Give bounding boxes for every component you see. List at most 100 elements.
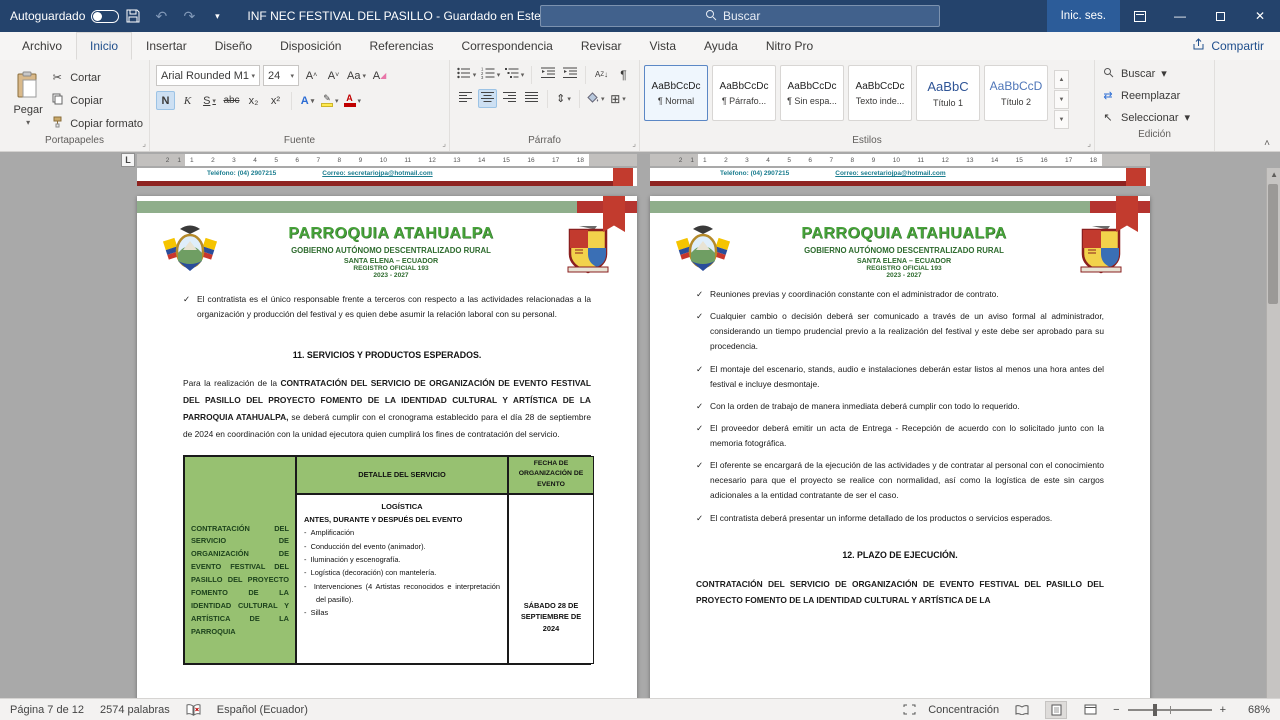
align-center-button[interactable] [478, 89, 497, 108]
shading-button[interactable]: ▾ [586, 89, 606, 108]
copy-button[interactable]: Copiar [50, 91, 143, 110]
proofing-errors-icon[interactable] [186, 704, 201, 716]
focus-label[interactable]: Concentración [928, 704, 999, 716]
document-canvas[interactable]: Teléfono: (04) 2907215 Correo: secretari… [0, 168, 1280, 698]
style-titulo-1[interactable]: AaBbC Título 1 [916, 65, 980, 121]
style-titulo-2[interactable]: AaBbCcD Título 2 [984, 65, 1048, 121]
scrollbar-thumb[interactable] [1268, 184, 1278, 304]
zoom-slider-thumb[interactable] [1153, 704, 1157, 716]
collapse-ribbon-icon[interactable]: ˄ [1264, 138, 1270, 149]
select-button[interactable]: ↖ Seleccionar ▾ [1101, 108, 1208, 127]
parish-crest-logo [565, 223, 611, 280]
dialog-launcher-icon[interactable]: ⌟ [442, 140, 446, 148]
justify-button[interactable] [522, 89, 541, 108]
zoom-percentage[interactable]: 68% [1238, 704, 1270, 716]
grow-font-button[interactable]: A˄ [302, 66, 321, 85]
save-icon[interactable] [119, 0, 147, 32]
style-sin-espaciado[interactable]: AaBbCcDc ¶ Sin espa... [780, 65, 844, 121]
underline-button[interactable]: S▾ [200, 91, 219, 110]
search-input[interactable] [723, 9, 775, 23]
tab-revisar[interactable]: Revisar [567, 32, 636, 60]
undo-icon[interactable]: ↶ [147, 0, 175, 32]
multilevel-list-button[interactable]: ▾ [504, 65, 525, 84]
shrink-font-button[interactable]: A˅ [324, 66, 343, 85]
highlight-color-button[interactable]: ✎ ▾ [320, 91, 340, 110]
font-size-combo[interactable]: 24 ▾ [263, 65, 299, 86]
tab-insertar[interactable]: Insertar [132, 32, 201, 60]
paste-button[interactable]: Pegar ▾ [6, 65, 50, 133]
dialog-launcher-icon[interactable]: ⌟ [142, 140, 146, 148]
tab-correspondencia[interactable]: Correspondencia [447, 32, 566, 60]
tab-vista[interactable]: Vista [636, 32, 690, 60]
decrease-indent-button[interactable] [538, 65, 557, 84]
print-layout-button[interactable] [1045, 701, 1067, 719]
close-button[interactable]: ✕ [1240, 0, 1280, 32]
page-indicator[interactable]: Página 7 de 12 [10, 704, 84, 716]
find-button[interactable]: Buscar ▾ [1101, 64, 1208, 83]
clear-formatting-button[interactable]: A◢ [370, 66, 389, 85]
styles-scroll-down-icon[interactable]: ▼ [1054, 90, 1069, 109]
text-effects-button[interactable]: A▾ [298, 91, 317, 110]
numbering-button[interactable]: 123 ▾ [480, 65, 501, 84]
tab-inicio[interactable]: Inicio [76, 32, 132, 60]
document-title[interactable]: INF NEC FESTIVAL DEL PASILLO - Guardado … [247, 9, 572, 23]
subscript-button[interactable]: x₂ [244, 91, 263, 110]
align-right-button[interactable] [500, 89, 519, 108]
strikethrough-button[interactable]: abc [222, 91, 241, 110]
style-normal[interactable]: AaBbCcDc ¶ Normal [644, 65, 708, 121]
ribbon-display-options-icon[interactable] [1120, 0, 1160, 32]
minimize-button[interactable]: — [1160, 0, 1200, 32]
styles-more-icon[interactable]: ▼ [1054, 110, 1069, 129]
tab-disposicion[interactable]: Disposición [266, 32, 355, 60]
line-spacing-button[interactable]: ⇕▾ [554, 89, 573, 108]
borders-button[interactable]: ⊞▾ [609, 89, 628, 108]
search-box[interactable] [540, 5, 940, 27]
superscript-button[interactable]: x² [266, 91, 285, 110]
autosave-toggle[interactable]: Autoguardado [10, 9, 119, 23]
replace-button[interactable]: ⇄ Reemplazar [1101, 86, 1208, 105]
tab-diseno[interactable]: Diseño [201, 32, 266, 60]
tab-archivo[interactable]: Archivo [8, 32, 76, 60]
font-color-button[interactable]: A ▾ [343, 91, 363, 110]
sort-button[interactable]: AZ↓ [592, 65, 611, 84]
focus-icon[interactable] [903, 704, 916, 715]
align-left-button[interactable] [456, 89, 475, 108]
font-name-combo[interactable]: Arial Rounded M1 ▾ [156, 65, 260, 86]
page-8[interactable]: PARROQUIA ATAHUALPA GOBIERNO AUTÓNOMO DE… [650, 196, 1150, 698]
autosave-switch-icon[interactable] [91, 10, 119, 23]
share-button[interactable]: Compartir [1192, 32, 1264, 60]
show-hide-marks-button[interactable]: ¶ [614, 65, 633, 84]
tab-stop-selector[interactable]: L [121, 153, 135, 167]
style-texto-independiente[interactable]: AaBbCcDc Texto inde... [848, 65, 912, 121]
styles-scroll-up-icon[interactable]: ▲ [1054, 70, 1069, 89]
redo-icon[interactable]: ↷ [175, 0, 203, 32]
read-mode-button[interactable] [1011, 701, 1033, 719]
bold-button[interactable]: N [156, 91, 175, 110]
tab-ayuda[interactable]: Ayuda [690, 32, 752, 60]
bullets-button[interactable]: ▾ [456, 65, 477, 84]
style-parrafo[interactable]: AaBbCcDc ¶ Párrafo... [712, 65, 776, 121]
scroll-up-icon[interactable]: ▲ [1270, 170, 1278, 179]
dialog-launcher-icon[interactable]: ⌟ [632, 140, 636, 148]
vertical-scrollbar[interactable]: ▲ [1266, 168, 1280, 698]
italic-button[interactable]: K [178, 91, 197, 110]
web-layout-button[interactable] [1079, 701, 1101, 719]
page-7[interactable]: PARROQUIA ATAHUALPA GOBIERNO AUTÓNOMO DE… [137, 196, 637, 698]
ruler-right-page[interactable]: 21 123456789101112131415161718 [650, 154, 1150, 166]
zoom-in-button[interactable]: + [1220, 704, 1226, 716]
word-count[interactable]: 2574 palabras [100, 704, 170, 716]
sign-in-button[interactable]: Inic. ses. [1047, 0, 1120, 32]
format-painter-button[interactable]: Copiar formato [50, 114, 143, 133]
tab-referencias[interactable]: Referencias [355, 32, 447, 60]
tab-nitro-pro[interactable]: Nitro Pro [752, 32, 827, 60]
zoom-out-button[interactable]: − [1113, 704, 1119, 716]
zoom-slider[interactable] [1128, 709, 1212, 711]
cut-button[interactable]: ✂ Cortar [50, 68, 143, 87]
ruler-left-page[interactable]: 21 123456789101112131415161718 [137, 154, 637, 166]
maximize-button[interactable] [1200, 0, 1240, 32]
dialog-launcher-icon[interactable]: ⌟ [1087, 140, 1091, 148]
customize-quick-access-icon[interactable]: ▾ [203, 0, 231, 32]
change-case-button[interactable]: Aa▾ [346, 66, 367, 85]
language-indicator[interactable]: Español (Ecuador) [217, 704, 308, 716]
increase-indent-button[interactable] [560, 65, 579, 84]
